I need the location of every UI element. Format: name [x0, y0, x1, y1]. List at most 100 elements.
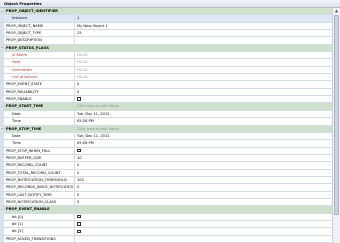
property-value[interactable]: 05:26 PM	[77, 118, 332, 124]
property-row[interactable]: Time 05:26 PM	[0, 118, 332, 126]
object-properties-panel: Object Properties − PROP_OBJECT_IDENTIFIE…	[0, 0, 340, 243]
checkbox[interactable]	[77, 97, 81, 101]
row-gutter	[0, 213, 4, 220]
property-row[interactable]: PROP_DESCRIPTION	[0, 37, 332, 45]
column-divider	[74, 220, 75, 228]
property-value[interactable]: Tue, Dec 11, 2012	[77, 133, 332, 139]
scrollbar-thumb[interactable]	[334, 15, 339, 215]
property-value[interactable]: Tue, Dec 11, 2012	[77, 111, 332, 117]
property-row[interactable]: PROP_EVENT_STATE 0	[0, 81, 332, 89]
vertical-scrollbar[interactable]: ▲	[332, 8, 340, 243]
property-value[interactable]: 0	[77, 170, 332, 176]
property-row[interactable]: Time 05:26 PM	[0, 140, 332, 148]
property-row[interactable]: PROP_ACKED_TRANSITIONS	[0, 235, 332, 243]
property-row[interactable]: Out of Service FALSE	[0, 74, 332, 82]
property-value[interactable]	[77, 45, 332, 51]
column-divider	[74, 66, 75, 74]
property-row[interactable]: PROP_OBJECT_TYPE 25	[0, 30, 332, 38]
property-row[interactable]: PROP_RECORDS_SINCE_NOTIFICATION 0	[0, 184, 332, 192]
property-row[interactable]: PROP_OBJECT_NAME My New Object 1	[0, 22, 332, 31]
row-gutter	[0, 37, 4, 44]
property-value[interactable]: FALSE	[77, 59, 332, 65]
row-gutter	[0, 74, 4, 81]
property-row[interactable]: bit [0]	[0, 213, 332, 221]
property-value[interactable]: 05:26 PM	[77, 140, 332, 146]
property-value[interactable]: 100	[77, 177, 332, 183]
property-row[interactable]: Instance 1	[0, 15, 332, 23]
property-value[interactable]: FALSE	[77, 67, 332, 73]
panel-title: Object Properties	[4, 1, 42, 7]
property-value[interactable]: 25	[77, 30, 332, 36]
property-name: PROP_OBJECT_TYPE	[6, 31, 42, 36]
minus-icon[interactable]: −	[1, 9, 4, 13]
property-row[interactable]: PROP_LAST_NOTIFY_TIME 0	[0, 191, 332, 199]
property-value[interactable]: 0	[77, 89, 332, 95]
property-value[interactable]: 1	[77, 15, 332, 21]
arrow-up-icon[interactable]: ▲	[333, 8, 340, 14]
minus-icon[interactable]: −	[1, 105, 4, 108]
column-divider	[74, 132, 75, 140]
property-value[interactable]: My New Object 1	[77, 23, 332, 29]
property-row[interactable]: bit [2]	[0, 228, 332, 236]
property-row[interactable]: Date Tue, Dec 11, 2012	[0, 132, 332, 141]
column-divider	[74, 59, 75, 66]
property-row[interactable]: PROP_TOTAL_RECORD_COUNT 0	[0, 169, 332, 177]
property-checkbox-cell[interactable]	[77, 228, 332, 234]
panel-title-bar: Object Properties	[0, 0, 340, 8]
property-name: PROP_NOTIFICATION_THRESHOLD	[6, 177, 67, 182]
property-value[interactable]: 0	[77, 162, 332, 168]
row-gutter	[0, 140, 4, 147]
row-gutter	[0, 169, 4, 176]
row-gutter	[0, 30, 4, 37]
property-value[interactable]: FALSE	[77, 74, 332, 80]
column-divider	[74, 206, 75, 213]
column-divider	[74, 81, 75, 88]
property-row[interactable]: PROP_NOTIFICATION_THRESHOLD 100	[0, 176, 332, 185]
property-value[interactable]: 0	[77, 199, 332, 205]
property-value[interactable]: 10	[77, 155, 332, 161]
property-row[interactable]: Date Tue, Dec 11, 2012	[0, 110, 332, 119]
property-value[interactable]	[77, 37, 332, 43]
minus-icon[interactable]: −	[1, 46, 4, 49]
property-row[interactable]: Fault FALSE	[0, 59, 332, 67]
property-category-row[interactable]: − PROP_STOP_TIME Click here to edit items	[0, 125, 332, 133]
row-gutter	[0, 184, 4, 191]
property-name: Fault	[12, 60, 21, 65]
property-value[interactable]: FALSE	[77, 52, 332, 58]
property-value[interactable]: 0	[77, 81, 332, 87]
property-row[interactable]: PROP_ENABLE	[0, 96, 332, 104]
property-row[interactable]: PROP_STOP_WHEN_FULL	[0, 147, 332, 155]
property-row[interactable]: In Alarm FALSE	[0, 52, 332, 60]
column-divider	[74, 198, 75, 206]
property-value[interactable]	[77, 8, 332, 14]
checkbox[interactable]	[77, 148, 81, 153]
property-row[interactable]: PROP_BUFFER_SIZE 10	[0, 154, 332, 163]
property-row[interactable]: Overridden FALSE	[0, 66, 332, 75]
property-category-row[interactable]: − PROP_OBJECT_IDENTIFIER	[0, 8, 332, 16]
property-checkbox-cell[interactable]	[77, 96, 332, 102]
property-row[interactable]: PROP_RELIABILITY 0	[0, 88, 332, 97]
property-category-row[interactable]: − PROP_STATUS_FLAGS	[0, 44, 332, 53]
property-checkbox-cell[interactable]	[77, 221, 332, 227]
property-value[interactable]: Click here to edit items	[77, 103, 332, 109]
checkbox[interactable]	[77, 214, 81, 219]
property-value[interactable]: 0	[77, 184, 332, 190]
minus-icon[interactable]: −	[1, 207, 4, 211]
checkbox[interactable]	[77, 222, 81, 226]
minus-icon[interactable]: −	[1, 127, 4, 130]
property-checkbox-cell[interactable]	[77, 148, 332, 154]
checkbox[interactable]	[77, 229, 81, 234]
property-checkbox-cell[interactable]	[77, 214, 332, 220]
property-category-row[interactable]: − PROP_EVENT_ENABLE	[0, 206, 332, 214]
property-value[interactable]: 0	[77, 192, 332, 198]
property-row[interactable]: PROP_RECORD_COUNT 0	[0, 162, 332, 170]
property-category-row[interactable]: − PROP_START_TIME Click here to edit items	[0, 103, 332, 111]
property-value[interactable]	[77, 206, 332, 212]
property-row[interactable]: PROP_NOTIFICATION_CLASS 0	[0, 198, 332, 207]
property-name: Time	[12, 141, 21, 146]
property-value[interactable]: Click here to edit items	[77, 126, 332, 132]
row-gutter: −	[0, 125, 4, 132]
property-row[interactable]: bit [1]	[0, 220, 332, 229]
property-value[interactable]	[77, 236, 332, 242]
column-divider	[74, 154, 75, 162]
